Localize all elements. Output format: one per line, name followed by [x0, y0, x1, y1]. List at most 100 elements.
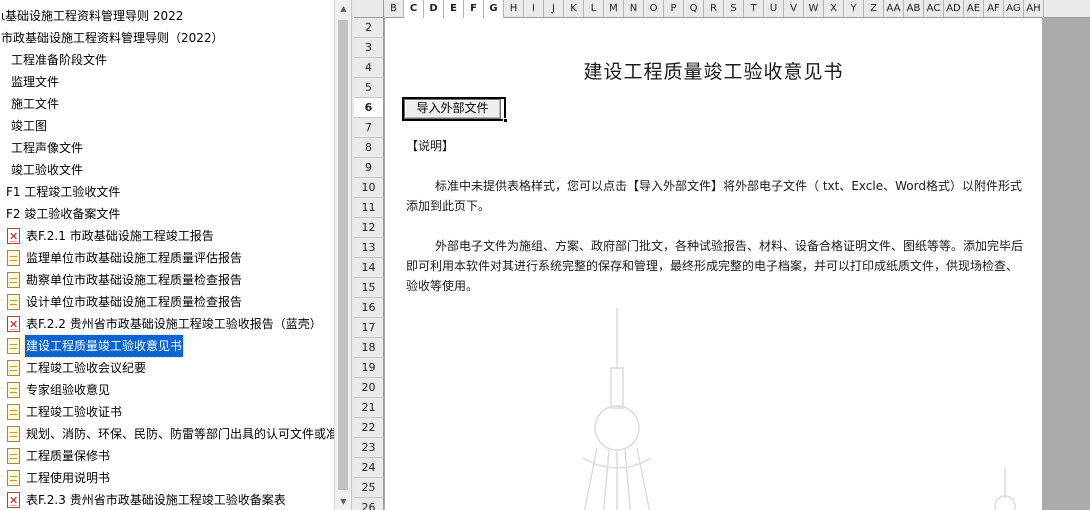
doc-file-icon	[7, 338, 20, 354]
row-header[interactable]: 18	[354, 338, 383, 358]
row-header[interactable]: 21	[354, 398, 383, 418]
row-header[interactable]: 8	[354, 138, 383, 158]
column-header[interactable]: AA	[884, 0, 904, 18]
column-header[interactable]: AG	[1004, 0, 1024, 18]
row-header[interactable]: 11	[354, 198, 383, 218]
row-header[interactable]: 9	[354, 158, 383, 178]
column-header[interactable]: P	[664, 0, 684, 18]
scrollbar-thumb[interactable]	[338, 20, 348, 490]
column-header[interactable]: Y	[844, 0, 864, 18]
column-header[interactable]: R	[704, 0, 724, 18]
doc-file-icon	[7, 470, 20, 486]
column-header[interactable]: V	[784, 0, 804, 18]
tree-item-file[interactable]: 规划、消防、环保、民防、防雷等部门出具的认可文件或准	[7, 423, 334, 445]
red-file-icon	[7, 316, 20, 332]
row-header[interactable]: 13	[354, 238, 383, 258]
column-header[interactable]: AC	[924, 0, 944, 18]
tree-item-file[interactable]: 专家组验收意见	[7, 379, 111, 401]
column-header[interactable]: U	[764, 0, 784, 18]
tree-item-file[interactable]: 表F.2.2 贵州省市政基础设施工程竣工验收报告（蓝壳）	[7, 313, 323, 335]
doc-file-icon	[7, 426, 20, 442]
row-header[interactable]: 16	[354, 298, 383, 318]
row-header[interactable]: 19	[354, 358, 383, 378]
tree-scrollbar[interactable]: ▲ ▼	[334, 0, 351, 510]
row-header[interactable]: 10	[354, 178, 383, 198]
tree-item-selected[interactable]: 建设工程质量竣工验收意见书	[7, 334, 185, 358]
tree-item-acceptance[interactable]: 竣工验收文件	[10, 159, 84, 181]
document-page[interactable]: 建设工程质量竣工验收意见书 导入外部文件 【说明】 标准中未提供表格样式，您可以…	[385, 18, 1042, 510]
doc-file-icon	[7, 272, 20, 288]
column-header[interactable]: E	[444, 0, 464, 18]
instruction-paragraph-1: 标准中未提供表格样式，您可以点击【导入外部文件】将外部电子文件（ txt、Exc…	[406, 179, 1022, 213]
tree-item-file[interactable]: 设计单位市政基础设施工程质量检查报告	[7, 291, 243, 313]
column-header[interactable]: S	[724, 0, 744, 18]
tree-item-construction[interactable]: 施工文件	[10, 93, 60, 115]
tree-item-label: 表F.2.3 贵州省市政基础设施工程竣工验收备案表	[26, 493, 286, 507]
scroll-up-icon[interactable]: ▲	[335, 0, 352, 17]
column-header[interactable]: AH	[1024, 0, 1044, 18]
tree-item-f1[interactable]: F1 工程竣工验收文件	[5, 181, 121, 203]
row-header[interactable]: 26	[354, 498, 383, 510]
column-header[interactable]: N	[624, 0, 644, 18]
tree-item-root[interactable]: ι基础设施工程资料管理导则 2022	[0, 5, 184, 27]
column-header[interactable]: W	[804, 0, 824, 18]
column-header[interactable]: L	[584, 0, 604, 18]
tree-item-file[interactable]: 勘察单位市政基础设施工程质量检查报告	[7, 269, 243, 291]
import-external-file-button[interactable]: 导入外部文件	[404, 99, 501, 119]
column-header[interactable]: AF	[984, 0, 1004, 18]
column-header[interactable]: K	[564, 0, 584, 18]
tree-item-as-built[interactable]: 竣工图	[10, 115, 48, 137]
row-header[interactable]: 7	[354, 118, 383, 138]
column-header[interactable]: C	[404, 0, 424, 18]
tree-item-supervision[interactable]: 监理文件	[10, 71, 60, 93]
tree-item-file[interactable]: 监理单位市政基础设施工程质量评估报告	[7, 247, 243, 269]
row-header[interactable]: 2	[354, 18, 383, 38]
scroll-down-icon[interactable]: ▼	[335, 493, 352, 510]
tree-item-file[interactable]: 表F.2.1 市政基础设施工程竣工报告	[7, 225, 215, 247]
red-file-icon	[7, 228, 20, 244]
row-header[interactable]: 20	[354, 378, 383, 398]
column-header[interactable]: G	[484, 0, 504, 18]
column-header[interactable]: B	[384, 0, 404, 18]
row-header[interactable]: 12	[354, 218, 383, 238]
tree-item-label: 施工文件	[11, 97, 60, 111]
row-header[interactable]: 23	[354, 438, 383, 458]
column-header[interactable]: M	[604, 0, 624, 18]
row-header[interactable]: 17	[354, 318, 383, 338]
tree-item-file[interactable]: 表F.2.3 贵州省市政基础设施工程竣工验收备案表	[7, 489, 287, 510]
row-header[interactable]: 22	[354, 418, 383, 438]
column-header[interactable]: AD	[944, 0, 964, 18]
row-header[interactable]: 5	[354, 78, 383, 98]
column-header[interactable]: X	[824, 0, 844, 18]
column-header[interactable]: AE	[964, 0, 984, 18]
tree-item-label: F1 工程竣工验收文件	[6, 185, 121, 199]
column-header[interactable]: Q	[684, 0, 704, 18]
row-header[interactable]: 15	[354, 278, 383, 298]
select-all-corner[interactable]	[354, 0, 384, 18]
tree-item-file[interactable]: 工程竣工验收会议纪要	[7, 357, 147, 379]
column-header[interactable]: I	[524, 0, 544, 18]
tree-item-file[interactable]: 工程使用说明书	[7, 467, 111, 489]
tree-item-file[interactable]: 工程竣工验收证书	[7, 401, 123, 423]
row-header[interactable]: 25	[354, 478, 383, 498]
column-header[interactable]: Z	[864, 0, 884, 18]
column-header[interactable]: J	[544, 0, 564, 18]
column-header[interactable]: H	[504, 0, 524, 18]
column-header[interactable]: F	[464, 0, 484, 18]
row-header[interactable]: 4	[354, 58, 383, 78]
column-header[interactable]: D	[424, 0, 444, 18]
tree-item-label: 竣工图	[11, 119, 48, 133]
row-header[interactable]: 14	[354, 258, 383, 278]
fill-handle[interactable]	[503, 118, 508, 123]
row-header[interactable]: 6	[354, 98, 383, 118]
tree-item-audio-video[interactable]: 工程声像文件	[10, 137, 84, 159]
row-header[interactable]: 24	[354, 458, 383, 478]
column-header[interactable]: O	[644, 0, 664, 18]
tree-item-guideline[interactable]: 市政基础设施工程资料管理导则（2022）	[0, 27, 225, 49]
tree-item-file[interactable]: 工程质量保修书	[7, 445, 111, 467]
tree-item-f2[interactable]: F2 竣工验收备案文件	[5, 203, 121, 225]
tree-item-preparation[interactable]: 工程准备阶段文件	[10, 49, 108, 71]
column-header[interactable]: AB	[904, 0, 924, 18]
column-header[interactable]: T	[744, 0, 764, 18]
row-header[interactable]: 3	[354, 38, 383, 58]
